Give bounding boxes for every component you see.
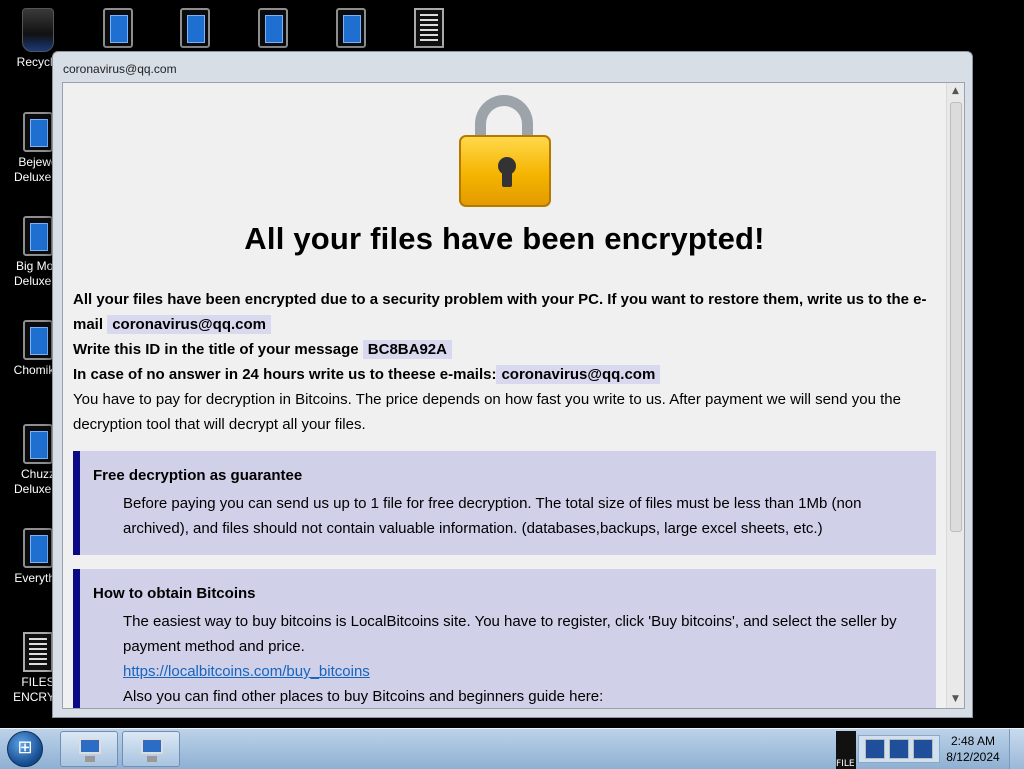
shortcut-icon — [23, 424, 53, 464]
shortcut-icon — [23, 528, 53, 568]
contact-email-2[interactable]: coronavirus@qq.com — [496, 365, 661, 384]
id-instruction: Write this ID in the title of your messa… — [73, 341, 359, 358]
intro-line-2: Write this ID in the title of your messa… — [73, 337, 936, 362]
desktop-icon-top-5[interactable] — [391, 8, 467, 48]
network-icon[interactable] — [865, 739, 885, 759]
taskbar-app-button-1[interactable] — [60, 731, 118, 767]
backup-contact-instruction: In case of no answer in 24 hours write u… — [73, 366, 497, 383]
desktop-icon-top-1[interactable] — [80, 8, 156, 48]
intro-line-3: In case of no answer in 24 hours write u… — [73, 362, 936, 387]
clock-date: 8/12/2024 — [946, 750, 1000, 764]
computer-icon — [141, 738, 163, 762]
system-clock[interactable]: 2:48 AM 8/12/2024 — [942, 733, 1004, 765]
payment-info: You have to pay for decryption in Bitcoi… — [73, 391, 901, 433]
network-icon[interactable] — [913, 739, 933, 759]
text-file-icon — [414, 8, 444, 48]
text-file-icon — [23, 632, 53, 672]
obtain-bitcoins-section: How to obtain Bitcoins The easiest way t… — [73, 569, 936, 708]
shortcut-icon — [103, 8, 133, 48]
window-content: All your files have been encrypted! All … — [62, 82, 965, 709]
intro-text: All your files have been encrypted due t… — [73, 287, 936, 437]
window-title: coronavirus@qq.com — [63, 62, 177, 76]
shortcut-icon — [180, 8, 210, 48]
shortcut-icon — [23, 112, 53, 152]
shortcut-icon — [23, 216, 53, 256]
intro-line-1: All your files have been encrypted due t… — [73, 287, 936, 337]
section-title: How to obtain Bitcoins — [93, 585, 256, 602]
taskbar: FILE 2:48 AM 8/12/2024 — [0, 728, 1024, 769]
desktop-icon-top-3[interactable] — [235, 8, 311, 48]
desktop-icon-top-2[interactable] — [157, 8, 233, 48]
section-title: Free decryption as guarantee — [93, 467, 303, 484]
scrollbar-thumb[interactable] — [950, 102, 962, 532]
start-button[interactable] — [7, 731, 43, 767]
scroll-up-arrow-icon[interactable]: ▲ — [947, 83, 964, 100]
shortcut-icon — [23, 320, 53, 360]
contact-email-1[interactable]: coronavirus@qq.com — [107, 315, 272, 334]
computer-icon — [79, 738, 101, 762]
link-row: https://localbitcoins.com/buy_bitcoins — [93, 659, 926, 684]
padlock-icon — [457, 95, 553, 211]
tray-file-item[interactable]: FILE — [836, 731, 856, 769]
show-desktop-button[interactable] — [1009, 729, 1024, 769]
localbitcoins-link[interactable]: https://localbitcoins.com/buy_bitcoins — [123, 663, 370, 680]
desktop-icon-top-4[interactable] — [313, 8, 389, 48]
section-text: The easiest way to buy bitcoins is Local… — [123, 613, 897, 655]
scroll-down-arrow-icon[interactable]: ▼ — [947, 691, 964, 708]
free-decryption-section: Free decryption as guarantee Before payi… — [73, 451, 936, 555]
shortcut-icon — [258, 8, 288, 48]
recycle-bin-icon — [22, 8, 54, 52]
note-body: All your files have been encrypted! All … — [63, 83, 946, 708]
network-icon[interactable] — [889, 739, 909, 759]
section-text: Before paying you can send us up to 1 fi… — [123, 495, 862, 537]
vertical-scrollbar[interactable]: ▲ ▼ — [946, 83, 964, 708]
clock-time: 2:48 AM — [950, 734, 996, 748]
system-tray[interactable] — [858, 735, 940, 763]
taskbar-app-button-2[interactable] — [122, 731, 180, 767]
victim-id[interactable]: BC8BA92A — [362, 340, 452, 359]
ransom-note-window: coronavirus@qq.com All your files have b… — [52, 51, 973, 718]
section-text-2: Also you can find other places to buy Bi… — [123, 688, 604, 705]
shortcut-icon — [336, 8, 366, 48]
page-title: All your files have been encrypted! — [244, 221, 765, 256]
